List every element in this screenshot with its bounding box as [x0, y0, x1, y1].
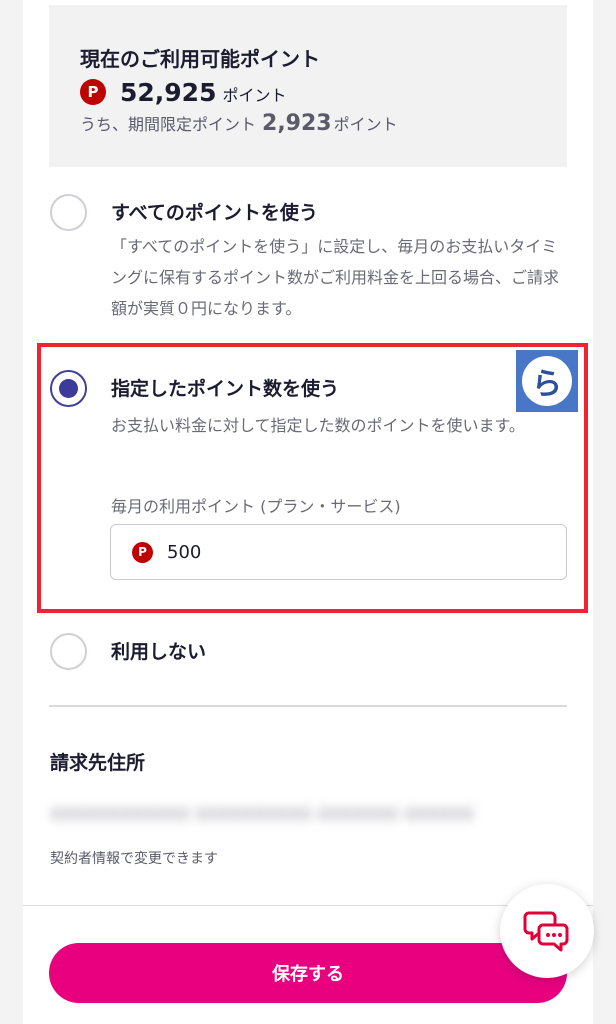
save-button[interactable]: 保存する [49, 943, 567, 1003]
monthly-points-input[interactable] [167, 541, 547, 563]
available-points-title: 現在のご利用可能ポイント [80, 47, 320, 71]
watermark-logo-icon: ら [522, 356, 572, 406]
radio-do-not-use-points[interactable] [50, 633, 87, 670]
available-points-row: P 52,925 ポイント [80, 75, 287, 109]
monthly-points-field-label: 毎月の利用ポイント (プラン・サービス) [111, 497, 401, 516]
option-use-specified-points-description: お支払い料金に対して指定した数のポイントを使います。 [111, 416, 525, 435]
chat-bubbles-icon [523, 911, 569, 952]
limited-points-prefix: うち、期間限定ポイント [80, 115, 257, 134]
billing-address-title: 請求先住所 [50, 752, 146, 774]
radio-use-all-points[interactable] [50, 194, 87, 231]
rakuten-point-icon: P [80, 79, 106, 105]
rakuten-point-icon: P [132, 541, 153, 563]
section-divider [49, 705, 567, 707]
available-points-unit: ポイント [222, 86, 287, 105]
limited-points-row: うち、期間限定ポイント 2,923 ポイント [80, 111, 398, 136]
available-points-panel: 現在のご利用可能ポイント P 52,925 ポイント うち、期間限定ポイント 2… [49, 5, 567, 167]
watermark-logo: ら [516, 350, 578, 412]
chat-support-button[interactable] [500, 884, 594, 978]
radio-use-specified-points[interactable] [50, 370, 87, 407]
billing-address-value: XXXXXXXXXXXX XXXXXXXXXX XXXXXXX XXXXXX [50, 805, 474, 825]
available-points-amount: 52,925 [120, 77, 217, 107]
option-use-all-points-label[interactable]: すべてのポイントを使う [111, 198, 318, 225]
limited-points-unit: ポイント [333, 115, 398, 134]
monthly-points-field[interactable]: P [110, 524, 567, 580]
limited-points-amount: 2,923 [262, 111, 332, 136]
option-use-specified-points-label[interactable]: 指定したポイント数を使う [111, 374, 339, 401]
option-use-all-points-description: 「すべてのポイントを使う」に設定し、毎月のお支払いタイミングに保有するポイント数… [111, 237, 560, 318]
option-do-not-use-label[interactable]: 利用しない [111, 637, 206, 664]
billing-address-note: 契約者情報で変更できます [50, 851, 218, 867]
